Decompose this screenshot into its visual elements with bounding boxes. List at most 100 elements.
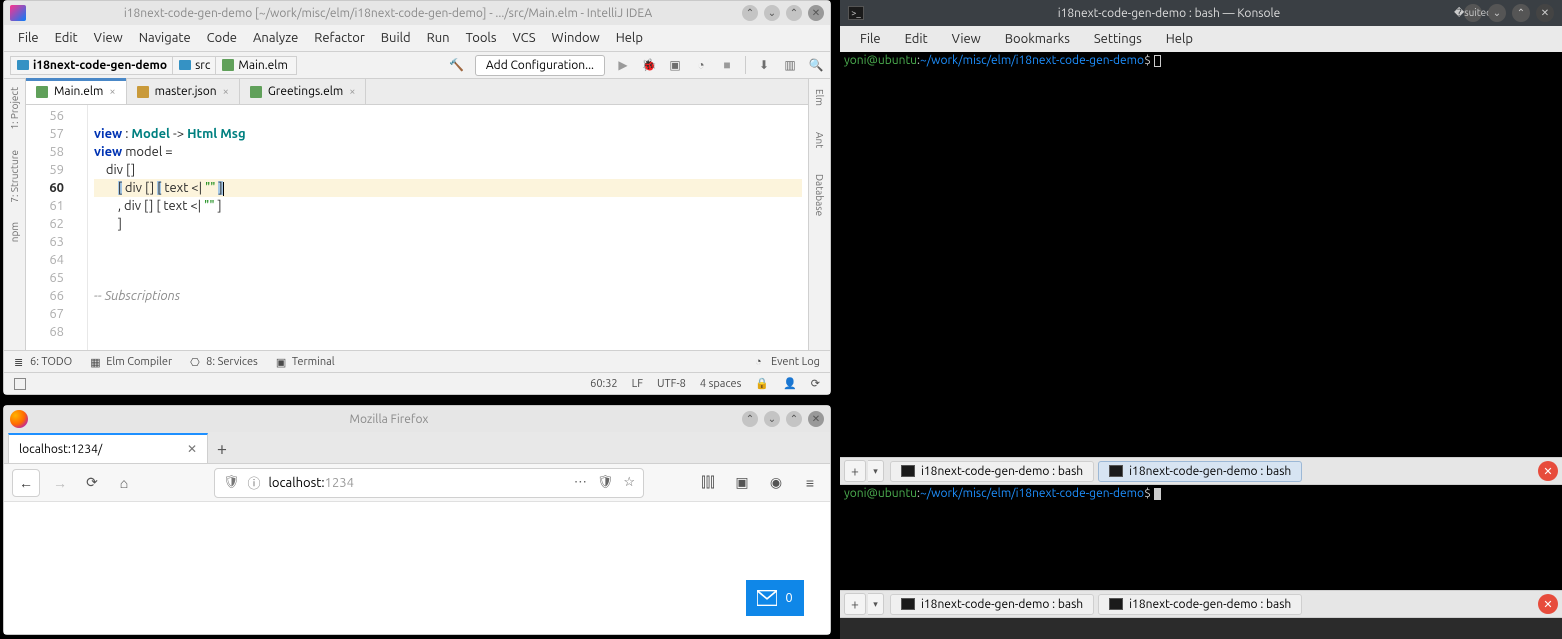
firefox-titlebar[interactable]: Mozilla Firefox ⌃ ⌄ ⌃ ✕	[4, 406, 830, 432]
menu-window[interactable]: Window	[546, 29, 606, 47]
terminal-tab[interactable]: i18next-code-gen-demo : bash	[890, 461, 1094, 482]
run-icon[interactable]: ▶	[615, 57, 631, 73]
terminal-tab[interactable]: i18next-code-gen-demo : bash	[1098, 594, 1302, 615]
window-pin-icon[interactable]: ⌃	[742, 5, 758, 21]
tab-close-icon[interactable]: ×	[349, 86, 355, 98]
tool-project[interactable]: 1: Project	[9, 83, 20, 134]
tool-services[interactable]: ⎔8: Services	[190, 356, 258, 368]
build-hammer-icon[interactable]: 🔨	[449, 57, 465, 73]
search-everywhere-icon[interactable]: 🔍	[808, 57, 824, 73]
tool-database[interactable]: Database	[814, 170, 825, 220]
window-keep-above-icon[interactable]: �suited	[1464, 4, 1482, 22]
breadcrumb-folder[interactable]: src	[172, 56, 219, 75]
menu-file[interactable]: File	[850, 30, 891, 48]
profile-icon[interactable]: ◔	[693, 57, 709, 73]
menu-file[interactable]: File	[12, 29, 45, 47]
window-minimize-icon[interactable]: ⌄	[764, 5, 780, 21]
close-pane-button[interactable]: ✕	[1538, 594, 1558, 614]
new-tab-button[interactable]: +	[208, 435, 236, 463]
breadcrumb-file[interactable]: Main.elm	[215, 56, 296, 75]
stop-icon[interactable]: ■	[719, 57, 735, 73]
window-maximize-icon[interactable]: ⌃	[786, 5, 802, 21]
menu-tools[interactable]: Tools	[460, 29, 503, 47]
line-separator[interactable]: LF	[632, 378, 643, 390]
tab-master-json[interactable]: master.json×	[127, 79, 240, 104]
menu-analyze[interactable]: Analyze	[247, 29, 304, 47]
debug-icon[interactable]: 🐞	[641, 57, 657, 73]
forward-button[interactable]: →	[48, 471, 72, 495]
breadcrumb-project[interactable]: i18next-code-gen-demo	[10, 56, 176, 75]
add-configuration-button[interactable]: Add Configuration...	[475, 55, 605, 76]
tab-close-icon[interactable]: ×	[109, 86, 115, 98]
menu-run[interactable]: Run	[421, 29, 456, 47]
window-close-icon[interactable]: ✕	[808, 411, 824, 427]
bookmark-star-icon[interactable]: ☆	[623, 475, 635, 490]
konsole-titlebar[interactable]: >_ i18next-code-gen-demo : bash — Konsol…	[840, 0, 1562, 26]
new-tab-button[interactable]: +	[844, 460, 866, 482]
new-tab-button[interactable]: +	[844, 593, 866, 615]
menu-view[interactable]: View	[88, 29, 129, 47]
tool-structure[interactable]: 7: Structure	[9, 146, 20, 207]
account-icon[interactable]: ◉	[764, 471, 788, 495]
mem-icon[interactable]: ⟳	[811, 377, 820, 390]
file-encoding[interactable]: UTF-8	[657, 378, 686, 390]
cursor-position[interactable]: 60:32	[590, 378, 618, 390]
site-info-icon[interactable]: ⓘ	[248, 473, 261, 492]
inspection-icon[interactable]: 👤	[783, 377, 797, 390]
window-close-icon[interactable]: ✕	[1536, 4, 1554, 22]
window-maximize-icon[interactable]: ⌃	[786, 411, 802, 427]
window-pin-icon[interactable]: ⌃	[742, 411, 758, 427]
indent-settings[interactable]: 4 spaces	[700, 378, 742, 390]
menu-code[interactable]: Code	[201, 29, 243, 47]
tracking-shield-icon[interactable]: 🛡	[223, 475, 240, 490]
lock-icon[interactable]: 🔒	[755, 377, 769, 390]
terminal-tab-active[interactable]: i18next-code-gen-demo : bash	[1098, 461, 1302, 482]
new-tab-dropdown-icon[interactable]: ▾	[868, 460, 884, 482]
tool-event-log[interactable]: ◔Event Log	[755, 356, 820, 368]
app-menu-icon[interactable]: ≡	[798, 471, 822, 495]
sidebar-icon[interactable]: ▣	[730, 471, 754, 495]
menu-vcs[interactable]: VCS	[506, 29, 541, 47]
code-text[interactable]: view : Model -> Html Msgview model = div…	[88, 105, 808, 350]
library-icon[interactable]: ⫿⫿⫿	[696, 471, 720, 495]
terminal-pane-mid[interactable]: yoni@ubuntu:~/work/misc/elm/i18next-code…	[840, 485, 1562, 590]
menu-edit[interactable]: Edit	[49, 29, 84, 47]
code-area[interactable]: 56575859606162636465666768 view : Model …	[26, 105, 808, 350]
home-button[interactable]: ⌂	[112, 471, 136, 495]
menu-navigate[interactable]: Navigate	[133, 29, 197, 47]
menu-help[interactable]: Help	[610, 29, 649, 47]
tool-elm-compiler[interactable]: ▦Elm Compiler	[90, 356, 172, 368]
fold-gutter[interactable]	[74, 105, 88, 350]
status-toggle-icon[interactable]	[14, 378, 26, 390]
reader-mode-icon[interactable]: 🛡	[597, 475, 614, 490]
tab-main-elm[interactable]: Main.elm×	[26, 79, 127, 104]
menu-settings[interactable]: Settings	[1084, 30, 1152, 48]
page-actions-icon[interactable]: ⋯	[574, 475, 587, 490]
back-button[interactable]: ←	[12, 469, 40, 497]
window-close-icon[interactable]: ✕	[808, 5, 824, 21]
tab-greetings-elm[interactable]: Greetings.elm×	[240, 79, 367, 104]
tool-elm[interactable]: Elm	[814, 85, 825, 110]
tool-terminal[interactable]: ▣Terminal	[276, 356, 335, 368]
url-bar[interactable]: 🛡 ⓘ localhost:1234 ⋯ 🛡 ☆	[214, 468, 644, 498]
vcs-update-icon[interactable]: ⬇	[756, 57, 772, 73]
terminal-pane-top[interactable]: yoni@ubuntu:~/work/misc/elm/i18next-code…	[840, 52, 1562, 457]
tool-ant[interactable]: Ant	[814, 128, 825, 152]
menu-refactor[interactable]: Refactor	[308, 29, 371, 47]
menu-help[interactable]: Help	[1156, 30, 1203, 48]
new-tab-dropdown-icon[interactable]: ▾	[868, 593, 884, 615]
tool-npm[interactable]: npm	[9, 218, 20, 246]
menu-edit[interactable]: Edit	[895, 30, 938, 48]
window-maximize-icon[interactable]: ⌃	[1512, 4, 1530, 22]
coverage-icon[interactable]: ▣	[667, 57, 683, 73]
browser-tab[interactable]: localhost:1234/ ✕	[8, 433, 208, 463]
reload-button[interactable]: ⟳	[80, 471, 104, 495]
project-structure-icon[interactable]: ▥	[782, 57, 798, 73]
tab-close-icon[interactable]: ✕	[187, 442, 197, 456]
terminal-tab[interactable]: i18next-code-gen-demo : bash	[890, 594, 1094, 615]
tab-close-icon[interactable]: ×	[223, 86, 229, 98]
menu-view[interactable]: View	[942, 30, 991, 48]
window-minimize-icon[interactable]: ⌄	[1488, 4, 1506, 22]
menu-build[interactable]: Build	[375, 29, 417, 47]
menu-bookmarks[interactable]: Bookmarks	[995, 30, 1080, 48]
